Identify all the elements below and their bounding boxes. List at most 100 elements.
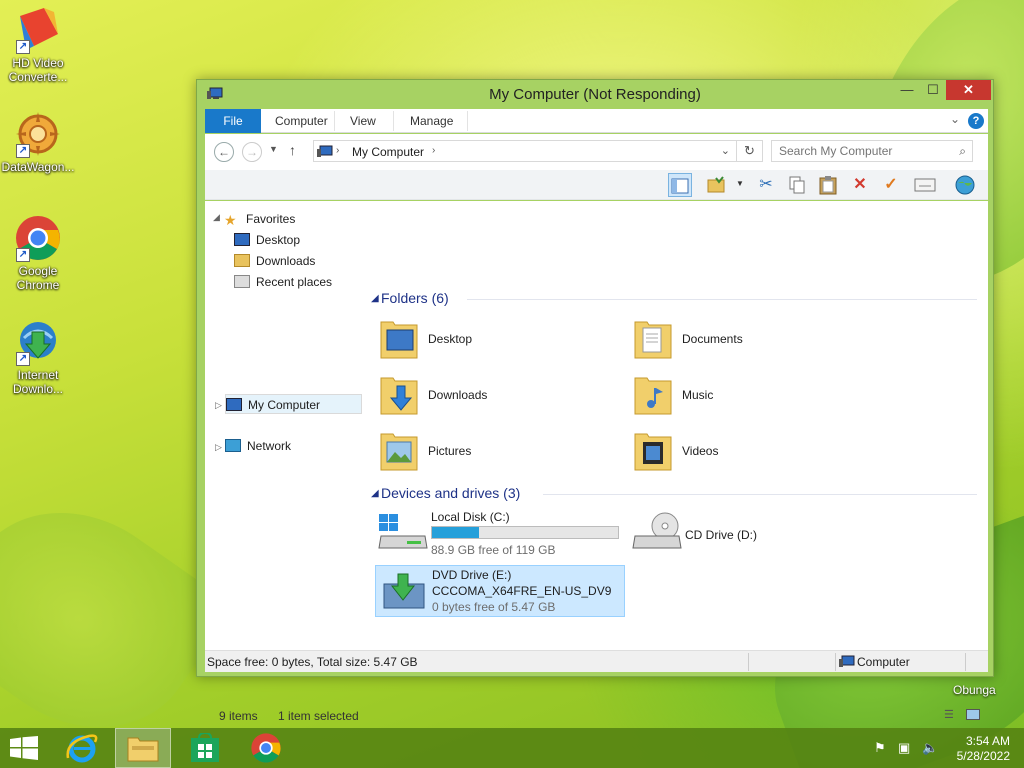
folder-videos[interactable]: Videos (629, 426, 879, 478)
group-chevron-icon[interactable]: ◢ (371, 293, 379, 304)
folder-label: Documents (682, 332, 743, 346)
search-input[interactable] (779, 144, 949, 158)
folder-options-chevron-icon[interactable]: ▼ (736, 179, 744, 188)
explorer-window: My Computer (Not Responding) — ☐ ✕ File … (196, 79, 994, 723)
folder-desktop[interactable]: Desktop (375, 314, 625, 366)
nav-label: My Computer (248, 398, 321, 412)
details-view-icon[interactable]: ☰ (944, 708, 954, 721)
group-chevron-icon[interactable]: ◢ (371, 488, 379, 499)
desktop-icon-hd-video-converter[interactable]: ↗ HD Video Converte... (0, 6, 76, 84)
drive-free-space: 0 bytes free of 5.47 GB (432, 600, 556, 614)
nav-favorites[interactable]: ★ Favorites (224, 209, 295, 229)
drive-cd-d[interactable]: CD Drive (D:) (629, 506, 879, 558)
tab-file[interactable]: File (205, 109, 261, 133)
folder-options-icon[interactable] (705, 173, 729, 197)
drive-name: DVD Drive (E:) (432, 568, 512, 582)
folders-group-header[interactable]: Folders (6) (381, 290, 449, 306)
folder-documents[interactable]: Documents (629, 314, 879, 366)
back-button[interactable]: ← (214, 142, 234, 162)
expand-arrow-icon[interactable]: ▷ (215, 442, 222, 453)
preview-pane-icon[interactable] (668, 173, 692, 197)
videos-folder-icon (634, 433, 672, 471)
desktop-icon-datawagon[interactable]: ↗ DataWagon... (0, 110, 76, 174)
nav-downloads[interactable]: Downloads (234, 251, 315, 271)
downloads-folder-icon (380, 377, 418, 415)
cut-icon[interactable]: ✂ (754, 173, 778, 197)
desktop-icon-internet-download-manager[interactable]: ↗ Internet Downlo... (0, 318, 76, 396)
nav-network[interactable]: Network (225, 436, 291, 456)
nav-desktop[interactable]: Desktop (234, 230, 300, 250)
folder-downloads[interactable]: Downloads (375, 370, 625, 422)
delete-icon[interactable]: ✕ (848, 173, 872, 197)
status-divider (835, 653, 836, 671)
collapse-arrow-icon[interactable]: ◢ (213, 212, 220, 223)
rename-check-icon[interactable]: ✓ (879, 173, 903, 197)
tab-computer[interactable]: Computer (263, 109, 340, 133)
tab-view[interactable]: View (338, 109, 388, 133)
desktop-icon-label: HD Video Converte... (8, 56, 68, 84)
title-bar[interactable]: My Computer (Not Responding) — ☐ ✕ (197, 80, 993, 107)
shortcut-arrow-icon: ↗ (16, 352, 30, 366)
globe-icon[interactable] (953, 173, 977, 197)
recent-places-icon (234, 275, 250, 288)
folder-label: Music (682, 388, 714, 402)
address-dropdown-chevron-icon[interactable]: ⌄ (721, 144, 730, 157)
breadcrumb-my-computer[interactable]: My Computer (352, 145, 424, 159)
breadcrumb-separator-icon[interactable]: › (336, 145, 339, 156)
local-disk-icon (378, 514, 428, 549)
search-box[interactable]: ⌕ (771, 140, 973, 162)
nav-recent-places[interactable]: Recent places (234, 272, 332, 292)
folder-pictures[interactable]: Pictures (375, 426, 625, 478)
downloads-icon (234, 254, 250, 267)
google-chrome-button[interactable] (238, 728, 294, 768)
internet-explorer-button[interactable] (54, 728, 110, 768)
recent-locations-chevron-icon[interactable]: ▼ (269, 144, 278, 154)
address-box[interactable]: › My Computer › ⌄ ↻ (313, 140, 763, 162)
folder-music[interactable]: Music (629, 370, 879, 422)
flag-icon[interactable]: ⚑ (874, 740, 886, 756)
documents-folder-icon (634, 321, 672, 359)
forward-button[interactable]: → (242, 142, 262, 162)
disk-usage-bar (431, 526, 619, 539)
drive-local-disk-c[interactable]: Local Disk (C:) 88.9 GB free of 119 GB (375, 506, 627, 558)
large-icons-view-icon[interactable] (966, 709, 980, 720)
breadcrumb-separator-icon[interactable]: › (432, 145, 435, 156)
system-clock[interactable]: 3:54 AM 5/28/2022 (940, 734, 1010, 764)
minimize-button[interactable]: — (894, 80, 920, 100)
devices-group-header[interactable]: Devices and drives (3) (381, 485, 520, 501)
close-button[interactable]: ✕ (946, 80, 991, 100)
help-icon[interactable]: ? (968, 113, 984, 129)
disk-usage-fill (432, 527, 480, 538)
expand-ribbon-chevron-icon[interactable]: ⌄ (950, 112, 960, 126)
properties-icon[interactable] (913, 173, 937, 197)
windows-logo-icon (10, 736, 38, 760)
nav-label: Recent places (256, 275, 333, 289)
desktop-icon-google-chrome[interactable]: ↗ Google Chrome (0, 214, 76, 292)
shortcut-arrow-icon: ↗ (16, 248, 30, 262)
desktop-icon-label: Google Chrome (16, 264, 60, 292)
tab-divider (334, 111, 335, 131)
start-button[interactable] (0, 728, 56, 768)
drive-volume-label: CCCOMA_X64FRE_EN-US_DV9 (432, 584, 612, 598)
ribbon-tabs: File Computer View Manage ⌄ ? (205, 109, 988, 133)
volume-muted-icon[interactable]: 🔈 (922, 740, 938, 756)
refresh-icon[interactable]: ↻ (736, 141, 762, 161)
desktop-icon-label: DataWagon... (1, 160, 75, 174)
group-divider (543, 494, 977, 495)
group-divider (467, 299, 977, 300)
copy-icon[interactable] (785, 173, 809, 197)
up-arrow-icon[interactable]: ↑ (289, 142, 296, 158)
nav-my-computer[interactable]: My Computer (225, 394, 362, 414)
drive-free-space: 88.9 GB free of 119 GB (431, 543, 556, 557)
expand-arrow-icon[interactable]: ▷ (215, 400, 222, 411)
tab-manage[interactable]: Manage (398, 109, 465, 133)
internet-explorer-icon (66, 734, 98, 763)
maximize-button[interactable]: ☐ (920, 80, 946, 100)
paste-icon[interactable] (816, 173, 840, 197)
file-explorer-button[interactable] (115, 728, 171, 768)
search-icon[interactable]: ⌕ (959, 144, 966, 159)
network-status-icon[interactable]: ▣ (898, 740, 910, 756)
drive-dvd-e[interactable]: DVD Drive (E:) CCCOMA_X64FRE_EN-US_DV9 0… (375, 565, 625, 617)
store-button[interactable] (177, 728, 233, 768)
drive-name: CD Drive (D:) (685, 528, 757, 542)
